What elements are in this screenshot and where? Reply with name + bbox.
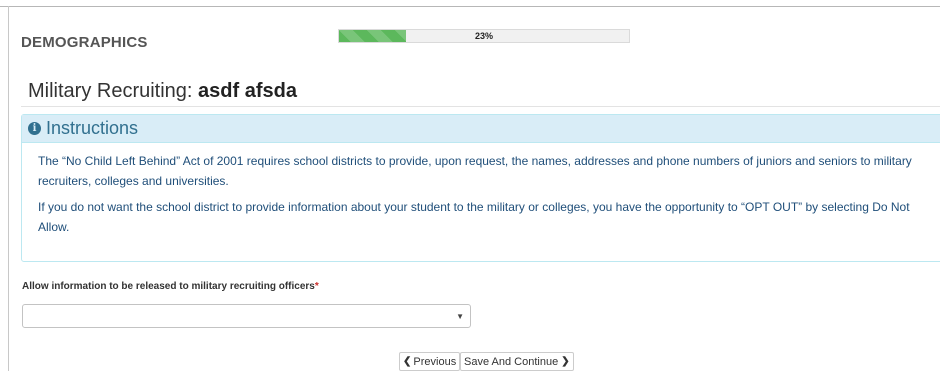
page-title: Military Recruiting: asdf afsda bbox=[28, 80, 297, 103]
release-info-select[interactable]: ▼ bbox=[22, 304, 471, 328]
info-circle-icon: i bbox=[28, 122, 41, 135]
instructions-panel: i Instructions The “No Child Left Behind… bbox=[21, 114, 940, 262]
previous-button[interactable]: ❮ Previous bbox=[399, 352, 461, 371]
release-info-label-text: Allow information to be released to mili… bbox=[22, 281, 315, 292]
page-title-prefix: Military Recruiting: bbox=[28, 80, 193, 102]
release-info-label: Allow information to be released to mili… bbox=[22, 281, 319, 292]
heading-divider bbox=[21, 106, 940, 107]
previous-button-label: Previous bbox=[413, 355, 457, 368]
instructions-body: The “No Child Left Behind” Act of 2001 r… bbox=[22, 143, 940, 237]
chevron-left-icon: ❮ bbox=[403, 356, 412, 367]
progress-bar: 23% bbox=[338, 29, 630, 43]
save-and-continue-button[interactable]: Save And Continue ❯ bbox=[460, 352, 574, 371]
instructions-paragraph: If you do not want the school district t… bbox=[38, 200, 910, 234]
top-divider bbox=[0, 6, 940, 7]
dropdown-arrow-icon: ▼ bbox=[456, 312, 464, 321]
required-asterisk: * bbox=[314, 281, 319, 292]
student-name: asdf afsda bbox=[198, 80, 297, 102]
left-border bbox=[8, 6, 9, 371]
chevron-right-icon: ❯ bbox=[561, 356, 570, 367]
instructions-paragraph: The “No Child Left Behind” Act of 2001 r… bbox=[38, 154, 912, 188]
instructions-heading: i Instructions bbox=[22, 115, 940, 143]
progress-label: 23% bbox=[474, 31, 493, 41]
instructions-title: Instructions bbox=[46, 118, 139, 138]
section-title: DEMOGRAPHICS bbox=[21, 34, 148, 51]
save-and-continue-label: Save And Continue bbox=[464, 355, 559, 368]
